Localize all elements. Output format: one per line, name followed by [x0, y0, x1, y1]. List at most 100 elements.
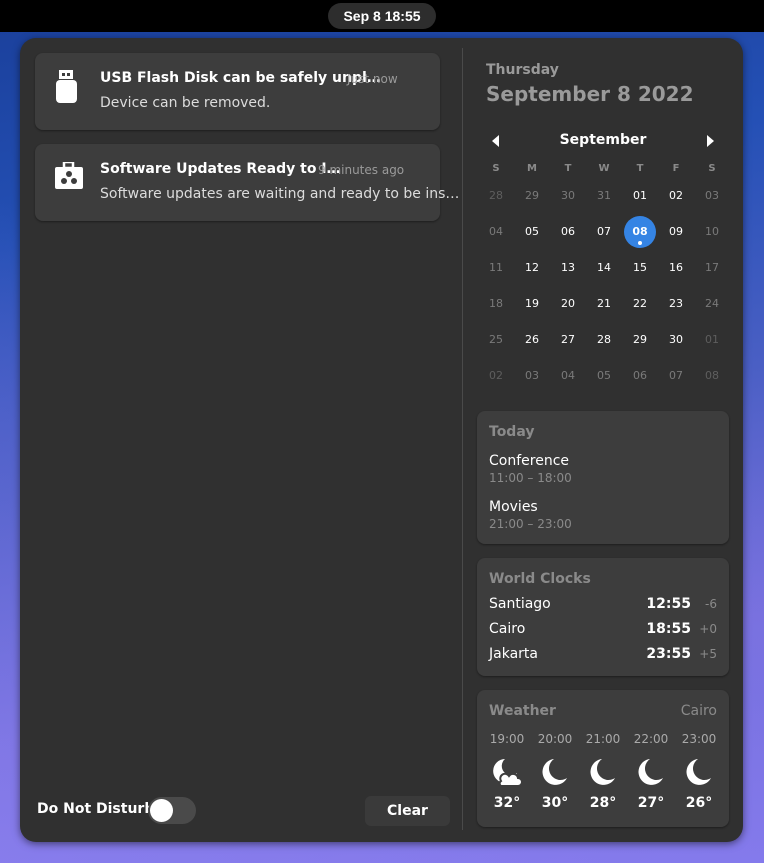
weekday-header: M: [527, 163, 537, 174]
calendar-day[interactable]: 12: [514, 252, 550, 284]
calendar-day[interactable]: 17: [694, 252, 730, 284]
calendar-day[interactable]: 07: [586, 216, 622, 248]
do-not-disturb-toggle[interactable]: [148, 797, 196, 824]
calendar-day[interactable]: 02: [658, 180, 694, 212]
calendar-day[interactable]: 14: [586, 252, 622, 284]
clock-city: Santiago: [489, 596, 551, 612]
calendar-day[interactable]: 15: [622, 252, 658, 284]
calendar-day[interactable]: 06: [550, 216, 586, 248]
events-card[interactable]: Today Conference 11:00 – 18:00 Movies 21…: [477, 411, 729, 544]
weekday-header: S: [492, 163, 500, 174]
calendar-day[interactable]: 22: [622, 288, 658, 320]
calendar-week-row: 11 12 13 14 15 16 17: [478, 250, 730, 286]
clock-time: 18:55: [646, 621, 691, 637]
top-bar: Sep 8 18:55: [0, 0, 764, 32]
calendar-day[interactable]: 26: [514, 324, 550, 356]
calendar-day[interactable]: 30: [550, 180, 586, 212]
clear-button[interactable]: Clear: [365, 796, 450, 826]
world-clocks-card[interactable]: World Clocks Santiago 12:55 -6 Cairo 18:…: [477, 558, 729, 676]
world-clock-row: Cairo 18:55 +0: [489, 621, 717, 641]
weekday-label[interactable]: Thursday: [486, 62, 559, 78]
forecast-item: 22:00 27°: [627, 732, 675, 811]
calendar-day[interactable]: 24: [694, 288, 730, 320]
calendar-grid: S M T W T F S 28 29 30 31 01 02 03 04 05 06 07 08 09…: [478, 160, 730, 394]
full-date-label[interactable]: September 8 2022: [486, 82, 694, 106]
notification-title: USB Flash Disk can be safely unpl…: [100, 70, 381, 86]
calendar-day[interactable]: 28: [478, 180, 514, 212]
calendar-day[interactable]: 03: [514, 360, 550, 392]
forecast-hour: 19:00: [489, 732, 525, 746]
calendar-day[interactable]: 04: [550, 360, 586, 392]
calendar-day[interactable]: 01: [694, 324, 730, 356]
calendar-month: September: [559, 132, 647, 148]
calendar-day[interactable]: 07: [658, 360, 694, 392]
do-not-disturb-label: Do Not Disturb: [37, 801, 155, 817]
forecast-temp: 32°: [493, 795, 521, 811]
clock-button[interactable]: Sep 8 18:55: [328, 3, 436, 29]
calendar-day[interactable]: 23: [658, 288, 694, 320]
panel-divider: [462, 48, 463, 830]
calendar-day[interactable]: 03: [694, 180, 730, 212]
forecast-hour: 23:00: [681, 732, 717, 746]
calendar-day[interactable]: 18: [478, 288, 514, 320]
event-name: Conference: [489, 453, 570, 469]
calendar-day-today[interactable]: 08: [622, 216, 658, 248]
calendar-week-row: 25 26 27 28 29 30 01: [478, 322, 730, 358]
calendar-day[interactable]: 21: [586, 288, 622, 320]
calendar-day[interactable]: 01: [622, 180, 658, 212]
notification-usb[interactable]: USB Flash Disk can be safely unpl… Just …: [35, 53, 440, 130]
forecast-hour: 22:00: [633, 732, 669, 746]
notification-title: Software Updates Ready to I…: [100, 161, 341, 177]
software-update-icon: [55, 162, 83, 189]
notification-software-updates[interactable]: Software Updates Ready to I… 9 minutes a…: [35, 144, 459, 221]
calendar-day[interactable]: 13: [550, 252, 586, 284]
night-partly-cloudy-icon: [493, 759, 523, 787]
event-indicator-dot: [638, 241, 642, 245]
calendar-day[interactable]: 09: [658, 216, 694, 248]
notification-time: Just now: [347, 72, 398, 86]
night-clear-icon: [590, 759, 615, 785]
world-clock-row: Santiago 12:55 -6: [489, 596, 717, 616]
calendar-day[interactable]: 02: [478, 360, 514, 392]
night-clear-icon: [686, 759, 711, 785]
next-month-icon[interactable]: [707, 135, 714, 147]
clock-city: Jakarta: [489, 646, 538, 662]
forecast-item: 19:00 32°: [483, 732, 531, 811]
notification-body: Software updates are waiting and ready t…: [100, 186, 460, 202]
clock-city: Cairo: [489, 621, 526, 637]
forecast-temp: 27°: [637, 795, 665, 811]
world-clocks-title: World Clocks: [489, 571, 591, 587]
forecast-temp: 30°: [541, 795, 569, 811]
calendar-week-row: 28 29 30 31 01 02 03: [478, 178, 730, 214]
weekday-header: F: [672, 163, 680, 174]
weather-card[interactable]: Weather Cairo 19:00 32° 20:00 30° 21:00 …: [477, 690, 729, 827]
toggle-knob: [150, 799, 173, 822]
calendar-day[interactable]: 25: [478, 324, 514, 356]
forecast-temp: 26°: [685, 795, 713, 811]
events-title: Today: [489, 424, 535, 440]
calendar-day[interactable]: 28: [586, 324, 622, 356]
calendar-day[interactable]: 05: [514, 216, 550, 248]
calendar-day[interactable]: 30: [658, 324, 694, 356]
clock-time: 23:55: [646, 646, 691, 662]
calendar-day[interactable]: 16: [658, 252, 694, 284]
calendar-day[interactable]: 04: [478, 216, 514, 248]
calendar-day[interactable]: 31: [586, 180, 622, 212]
calendar-day[interactable]: 29: [622, 324, 658, 356]
forecast-hour: 21:00: [585, 732, 621, 746]
calendar-day[interactable]: 20: [550, 288, 586, 320]
calendar-day[interactable]: 10: [694, 216, 730, 248]
calendar-day[interactable]: 06: [622, 360, 658, 392]
calendar-day[interactable]: 11: [478, 252, 514, 284]
calendar-day[interactable]: 08: [694, 360, 730, 392]
calendar-day[interactable]: 29: [514, 180, 550, 212]
calendar-day[interactable]: 27: [550, 324, 586, 356]
clock-time: 12:55: [646, 596, 691, 612]
calendar-day[interactable]: 05: [586, 360, 622, 392]
usb-drive-icon: [56, 70, 77, 103]
calendar-day[interactable]: 19: [514, 288, 550, 320]
notification-body: Device can be removed.: [100, 95, 271, 111]
forecast-item: 23:00 26°: [675, 732, 723, 811]
calendar-week-row: 18 19 20 21 22 23 24: [478, 286, 730, 322]
clock-offset: +5: [699, 647, 717, 661]
